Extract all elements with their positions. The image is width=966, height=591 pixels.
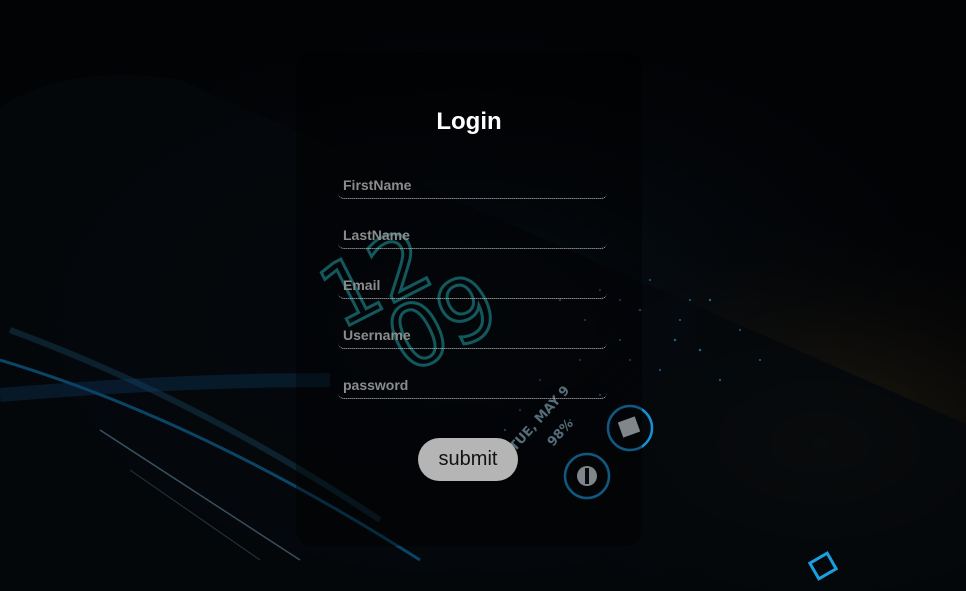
login-title: Login bbox=[436, 108, 502, 135]
firstname-input[interactable] bbox=[338, 171, 607, 199]
password-input[interactable] bbox=[338, 371, 607, 399]
username-input[interactable] bbox=[338, 321, 607, 349]
lastname-input[interactable] bbox=[338, 221, 607, 249]
submit-button[interactable]: submit bbox=[418, 438, 518, 481]
email-input[interactable] bbox=[338, 271, 607, 299]
